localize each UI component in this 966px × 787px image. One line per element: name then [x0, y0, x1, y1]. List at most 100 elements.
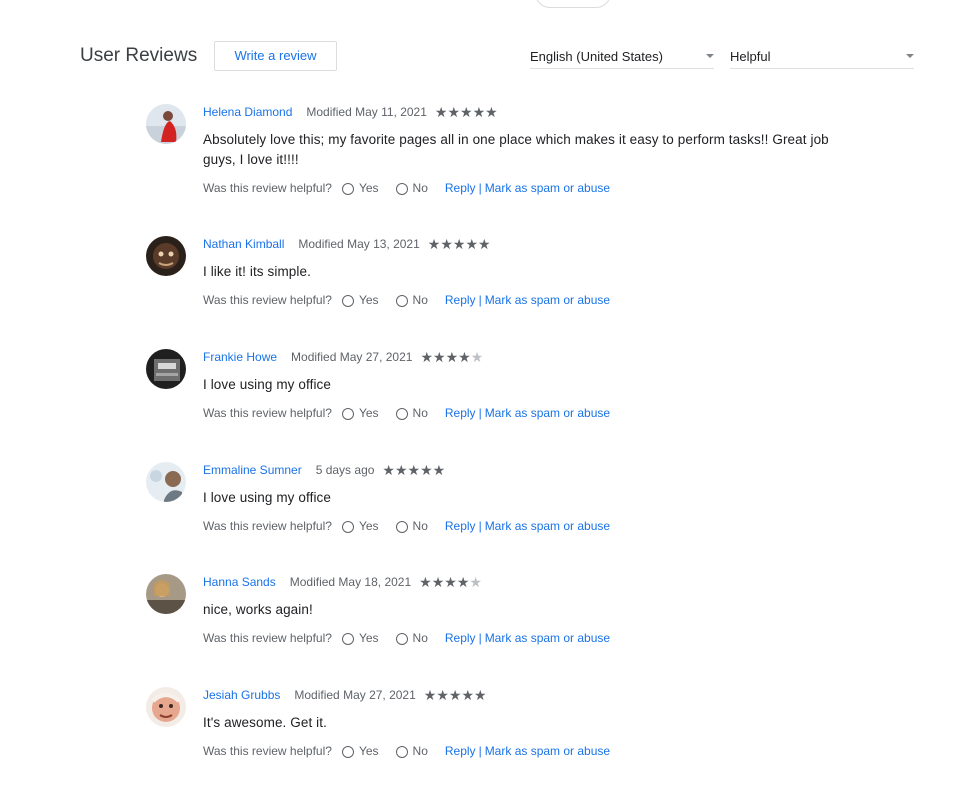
write-review-button[interactable]: Write a review [214, 41, 337, 71]
helpful-yes-radio[interactable]: Yes [341, 405, 379, 421]
star-icon: ★ [447, 104, 461, 120]
radio-icon [395, 408, 408, 420]
star-icon: ★ [445, 349, 459, 365]
review-item: Emmaline Sumner 5 days ago ★★★★★ I love us… [146, 462, 846, 562]
review-author[interactable]: Jesiah Grubbs [203, 688, 280, 702]
language-select[interactable]: English (United States) [530, 44, 714, 69]
helpful-no-label: No [412, 293, 428, 307]
helpful-yes-radio[interactable]: Yes [341, 630, 379, 646]
star-icon: ★ [478, 236, 491, 252]
star-icon: ★ [444, 574, 457, 590]
chevron-down-icon [706, 54, 714, 58]
reply-link[interactable]: Reply [445, 293, 476, 307]
radio-icon [341, 746, 354, 758]
star-icon: ★ [474, 687, 487, 703]
helpful-question: Was this review helpful? [203, 406, 332, 420]
star-icon: ★ [433, 349, 446, 365]
helpful-no-radio[interactable]: No [395, 180, 428, 196]
review-text: I love using my office [203, 377, 332, 392]
spam-link[interactable]: Mark as spam or abuse [485, 631, 610, 645]
star-icon: ★ [427, 236, 441, 252]
star-icon: ★ [485, 104, 498, 120]
link-separator: | [478, 744, 482, 758]
review-item: Jesiah Grubbs Modified May 27, 2021 ★★★★★ … [146, 687, 846, 787]
helpful-question: Was this review helpful? [203, 519, 332, 533]
helpful-yes-radio[interactable]: Yes [341, 180, 379, 196]
helpful-no-radio[interactable]: No [395, 405, 428, 421]
helpful-row: Was this review helpful? Yes No Reply | Mark … [203, 180, 610, 196]
helpful-row: Was this review helpful? Yes No Reply | Mark … [203, 405, 610, 421]
spam-link[interactable]: Mark as spam or abuse [485, 181, 610, 195]
review-date: Modified May 18, 2021 [289, 575, 412, 589]
avatar [146, 236, 186, 276]
review-date: Modified May 13, 2021 [298, 237, 420, 251]
avatar [146, 687, 186, 727]
helpful-no-radio[interactable]: No [395, 630, 428, 646]
spam-link[interactable]: Mark as spam or abuse [485, 293, 610, 307]
top-pill-button[interactable] [535, 0, 611, 8]
star-icon: ★ [434, 104, 448, 120]
helpful-question: Was this review helpful? [203, 181, 332, 195]
review-text: Absolutely love this; my favorite pages … [203, 132, 829, 167]
star-icon: ★ [469, 574, 482, 590]
helpful-no-label: No [412, 406, 428, 420]
link-separator: | [478, 631, 482, 645]
helpful-no-radio[interactable]: No [395, 292, 428, 308]
helpful-no-radio[interactable]: No [395, 518, 428, 534]
link-separator: | [478, 293, 482, 307]
review-author[interactable]: Frankie Howe [203, 350, 277, 364]
review-author[interactable]: Emmaline Sumner [203, 463, 302, 477]
spam-link[interactable]: Mark as spam or abuse [485, 744, 610, 758]
review-text: I love using my office [203, 490, 332, 505]
helpful-yes-label: Yes [358, 181, 379, 195]
review-text: nice, works again! [203, 602, 313, 617]
review-author[interactable]: Hanna Sands [203, 575, 276, 589]
star-icon: ★ [461, 687, 475, 703]
star-icon: ★ [420, 462, 433, 478]
helpful-yes-radio[interactable]: Yes [341, 743, 379, 759]
radio-icon [341, 521, 354, 533]
review-text: It's awesome. Get it. [203, 715, 327, 730]
radio-icon [395, 746, 408, 758]
star-icon: ★ [431, 574, 445, 590]
helpful-yes-label: Yes [358, 293, 379, 307]
review-item: Hanna Sands Modified May 18, 2021 ★★★★★ ni… [146, 574, 846, 674]
radio-icon [341, 633, 354, 645]
helpful-question: Was this review helpful? [203, 744, 332, 758]
reply-link[interactable]: Reply [445, 744, 476, 758]
sort-select[interactable]: Helpful [730, 44, 914, 69]
review-date: Modified May 11, 2021 [306, 105, 427, 119]
review-author[interactable]: Helena Diamond [203, 105, 292, 119]
review-date: 5 days ago [315, 463, 375, 477]
helpful-yes-radio[interactable]: Yes [341, 292, 379, 308]
star-icon: ★ [419, 574, 432, 590]
star-icon: ★ [394, 462, 408, 478]
star-icon: ★ [420, 349, 433, 365]
spam-link[interactable]: Mark as spam or abuse [485, 519, 610, 533]
radio-icon [395, 295, 408, 307]
reply-link[interactable]: Reply [445, 519, 476, 533]
star-rating: ★★★★★ [424, 687, 487, 704]
helpful-row: Was this review helpful? Yes No Reply | Mark … [203, 630, 610, 646]
helpful-yes-label: Yes [358, 519, 379, 533]
star-icon: ★ [407, 462, 421, 478]
radio-icon [395, 633, 408, 645]
reply-link[interactable]: Reply [445, 181, 476, 195]
star-icon: ★ [465, 236, 479, 252]
reply-link[interactable]: Reply [445, 631, 476, 645]
radio-icon [341, 408, 354, 420]
star-icon: ★ [458, 349, 471, 365]
review-text: I like it! its simple. [203, 264, 311, 279]
language-select-value: English (United States) [530, 49, 663, 64]
spam-link[interactable]: Mark as spam or abuse [485, 406, 610, 420]
helpful-row: Was this review helpful? Yes No Reply | Mark … [203, 743, 610, 759]
helpful-no-label: No [412, 519, 428, 533]
helpful-no-radio[interactable]: No [395, 743, 428, 759]
star-icon: ★ [452, 236, 466, 252]
reply-link[interactable]: Reply [445, 406, 476, 420]
review-author[interactable]: Nathan Kimball [203, 237, 284, 251]
helpful-yes-radio[interactable]: Yes [341, 518, 379, 534]
helpful-row: Was this review helpful? Yes No Reply | Mark … [203, 292, 610, 308]
avatar [146, 462, 186, 502]
sort-select-value: Helpful [730, 49, 771, 64]
